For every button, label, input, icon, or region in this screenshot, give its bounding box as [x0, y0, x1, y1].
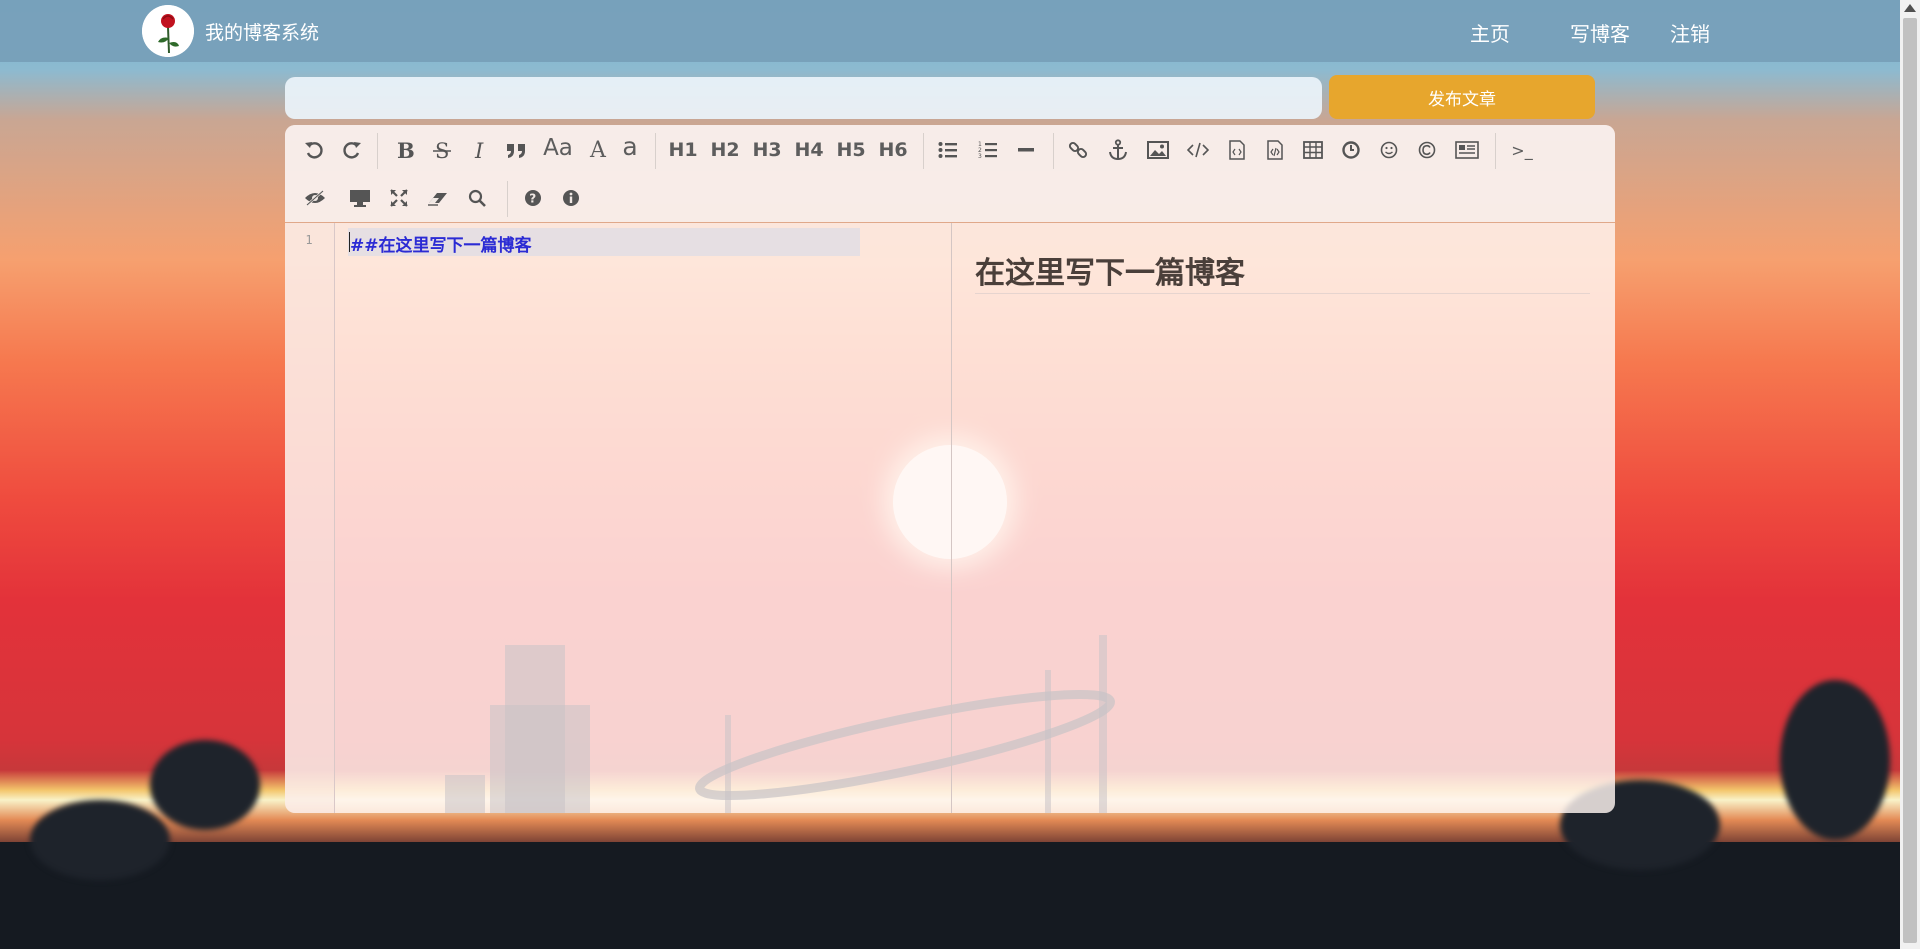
svg-text:?: ? [529, 192, 536, 206]
toolbar-separator [377, 133, 378, 169]
toolbar-separator [1495, 133, 1496, 169]
scroll-thumb[interactable] [1903, 18, 1917, 943]
image-icon[interactable] [1145, 135, 1171, 165]
building-silhouette [445, 775, 485, 813]
top-navigation: 我的博客系统 主页 写博客 注销 [0, 0, 1900, 62]
svg-text:B: B [397, 139, 414, 161]
preformatted-code-icon[interactable] [1225, 135, 1249, 165]
toolbar-separator [655, 133, 656, 169]
unordered-list-icon[interactable] [935, 135, 961, 165]
markdown-source-text[interactable]: ##在这里写下一篇博客 [350, 231, 532, 256]
pagebreak-icon[interactable] [1453, 135, 1481, 165]
nav-home-link[interactable]: 主页 [1470, 18, 1510, 47]
publish-article-button[interactable]: 发布文章 [1329, 75, 1595, 119]
desktop-icon[interactable] [347, 183, 373, 213]
editor-toolbar: B S I Aa A a H1 H2 H3 H4 H5 H6 123 >_ ? [285, 125, 1615, 223]
line-number-gutter: 1 [285, 223, 335, 813]
toggle-preview-icon[interactable] [301, 183, 329, 213]
markdown-editor: B S I Aa A a H1 H2 H3 H4 H5 H6 123 >_ ? … [285, 125, 1615, 813]
quote-icon[interactable] [503, 135, 529, 165]
strikethrough-icon[interactable]: S [429, 135, 455, 165]
toolbar-separator [923, 133, 924, 169]
italic-icon[interactable]: I [467, 135, 493, 165]
emoji-icon[interactable] [1377, 135, 1401, 165]
heading-5-button[interactable]: H5 [835, 135, 867, 165]
terminal-icon[interactable]: >_ [1507, 135, 1537, 165]
bush-graphic [150, 740, 260, 830]
article-title-input[interactable] [285, 77, 1322, 119]
line-number: 1 [305, 233, 313, 247]
preview-heading-rule [975, 293, 1590, 294]
table-icon[interactable] [1301, 135, 1325, 165]
uppercase-first-icon[interactable]: A [587, 135, 609, 165]
help-icon[interactable]: ? [521, 183, 545, 213]
svg-text:S: S [435, 139, 449, 161]
heading-1-button[interactable]: H1 [667, 135, 699, 165]
heading-3-button[interactable]: H3 [751, 135, 783, 165]
code-icon[interactable] [1185, 135, 1211, 165]
uppercase-icon[interactable]: Aa [541, 133, 575, 163]
redo-icon[interactable] [339, 135, 365, 165]
code-block-icon[interactable] [1263, 135, 1287, 165]
heading-4-button[interactable]: H4 [793, 135, 825, 165]
html-entities-icon[interactable] [1415, 135, 1439, 165]
svg-text:3: 3 [978, 153, 982, 160]
avatar [142, 5, 194, 57]
heading-6-button[interactable]: H6 [877, 135, 909, 165]
toolbar-separator [1053, 133, 1054, 169]
nav-write-blog-link[interactable]: 写博客 [1570, 18, 1630, 47]
undo-icon[interactable] [301, 135, 327, 165]
fullscreen-icon[interactable] [387, 183, 411, 213]
toolbar-separator [507, 181, 508, 217]
info-icon[interactable] [559, 183, 583, 213]
horizontal-rule-icon[interactable] [1013, 135, 1039, 165]
bold-icon[interactable]: B [391, 135, 417, 165]
preview-heading: 在这里写下一篇博客 [975, 256, 1245, 291]
anchor-icon[interactable] [1105, 135, 1131, 165]
bush-graphic [1780, 680, 1890, 840]
building-silhouette [490, 705, 590, 813]
page-scrollbar[interactable] [1900, 0, 1920, 949]
site-title: 我的博客系统 [205, 22, 320, 44]
coaster-silhouette [695, 689, 1115, 801]
text-cursor [349, 232, 350, 252]
heading-2-button[interactable]: H2 [709, 135, 741, 165]
ordered-list-icon[interactable]: 123 [975, 135, 1001, 165]
rose-icon [142, 5, 194, 57]
scroll-up-arrow-icon[interactable] [1904, 4, 1916, 12]
link-icon[interactable] [1065, 135, 1091, 165]
svg-text:I: I [474, 139, 484, 161]
nav-logout-link[interactable]: 注销 [1670, 18, 1710, 47]
editor-preview-divider[interactable] [951, 223, 952, 813]
datetime-icon[interactable] [1339, 135, 1363, 165]
bush-graphic [30, 800, 170, 880]
clear-icon[interactable] [425, 183, 451, 213]
lowercase-icon[interactable]: a [619, 131, 641, 161]
search-icon[interactable] [465, 183, 489, 213]
